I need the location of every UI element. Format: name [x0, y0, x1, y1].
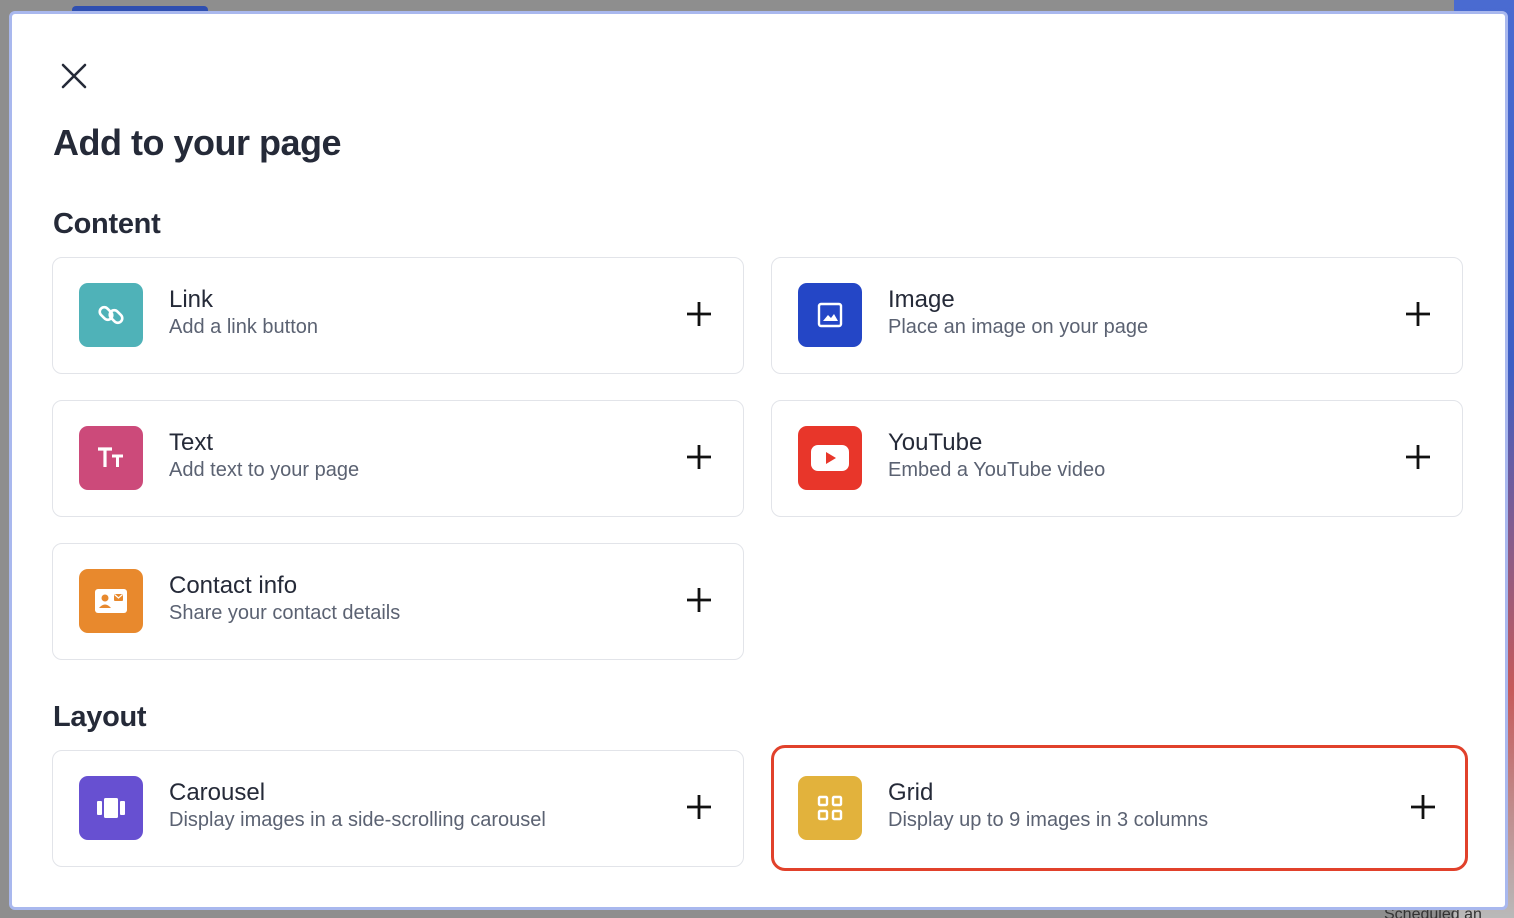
grid-icon — [798, 776, 862, 840]
contact-card-icon — [79, 569, 143, 633]
plus-icon — [687, 795, 711, 819]
card-title: Image — [888, 286, 955, 313]
card-title: Carousel — [169, 779, 266, 806]
add-image-button[interactable] — [1404, 300, 1432, 328]
plus-icon — [687, 445, 711, 469]
plus-icon — [687, 302, 711, 326]
close-icon — [61, 63, 87, 89]
youtube-icon — [798, 426, 862, 490]
add-contact-info-card[interactable]: Contact info Share your contact details — [52, 543, 744, 660]
card-description: Share your contact details — [169, 602, 401, 624]
card-title: Grid — [888, 779, 934, 806]
add-text-button[interactable] — [685, 443, 713, 471]
section-heading-content: Content — [53, 208, 161, 240]
add-grid-card[interactable]: Grid Display up to 9 images in 3 columns — [771, 745, 1468, 871]
card-title: Contact info — [169, 572, 298, 599]
add-to-page-modal: Add to your page Content Link Add a link… — [9, 11, 1508, 910]
add-carousel-button[interactable] — [685, 793, 713, 821]
image-icon — [798, 283, 862, 347]
plus-icon — [1406, 302, 1430, 326]
add-youtube-card[interactable]: YouTube Embed a YouTube video — [771, 400, 1463, 517]
card-description: Display up to 9 images in 3 columns — [888, 809, 1209, 831]
add-text-card[interactable]: Text Add text to your page — [52, 400, 744, 517]
modal-title: Add to your page — [53, 122, 342, 163]
add-link-button[interactable] — [685, 300, 713, 328]
plus-icon — [1411, 795, 1435, 819]
card-title: Text — [169, 429, 214, 456]
carousel-icon — [79, 776, 143, 840]
add-grid-button[interactable] — [1409, 793, 1437, 821]
link-icon — [79, 283, 143, 347]
close-button[interactable] — [58, 60, 90, 92]
card-title: Link — [169, 286, 214, 313]
card-description: Place an image on your page — [888, 316, 1149, 338]
add-youtube-button[interactable] — [1404, 443, 1432, 471]
add-link-card[interactable]: Link Add a link button — [52, 257, 744, 374]
section-heading-layout: Layout — [53, 701, 147, 733]
card-title: YouTube — [888, 429, 983, 456]
plus-icon — [687, 588, 711, 612]
plus-icon — [1406, 445, 1430, 469]
card-description: Add a link button — [169, 316, 318, 338]
add-contact-info-button[interactable] — [685, 586, 713, 614]
card-description: Display images in a side-scrolling carou… — [169, 809, 546, 831]
add-image-card[interactable]: Image Place an image on your page — [771, 257, 1463, 374]
text-icon — [79, 426, 143, 490]
card-description: Embed a YouTube video — [888, 459, 1106, 481]
card-description: Add text to your page — [169, 459, 360, 481]
add-carousel-card[interactable]: Carousel Display images in a side-scroll… — [52, 750, 744, 867]
